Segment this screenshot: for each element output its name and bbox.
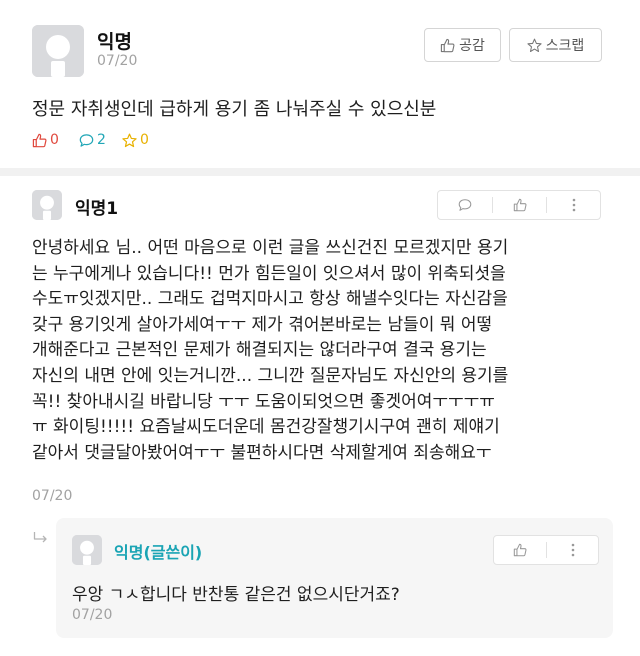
thumbs-up-icon bbox=[32, 133, 47, 147]
comment-body: 안녕하세요 님.. 어떤 마음으로 이런 글을 쓰신건진 모르겠지만 용기 는 … bbox=[32, 236, 617, 466]
reply-date: 07/20 bbox=[72, 607, 113, 623]
post-like-count: 0 bbox=[32, 132, 59, 148]
reply-more-button[interactable] bbox=[547, 536, 598, 564]
comment-line: 개해준다고 근본적인 문제가 해결되지는 않더라구여 결국 용기는 bbox=[32, 340, 487, 361]
post-comment-count: 2 bbox=[79, 132, 106, 148]
reply-action-group bbox=[493, 535, 599, 565]
comment-line: 수도ㅠ잇겠지만.. 그래도 겁먹지마시고 항상 해낼수잇다는 자신감을 bbox=[32, 289, 508, 310]
star-icon bbox=[527, 38, 542, 52]
comment-date: 07/20 bbox=[32, 488, 73, 504]
post-author-avatar bbox=[32, 25, 84, 77]
anonymous-avatar-icon bbox=[32, 190, 62, 220]
post-date: 07/20 bbox=[97, 53, 138, 69]
post-author-name: 익명 bbox=[97, 31, 132, 53]
speech-bubble-icon bbox=[79, 133, 94, 147]
comment-line: 안녕하세요 님.. 어떤 마음으로 이런 글을 쓰신건진 모르겠지만 용기 bbox=[32, 238, 509, 258]
comment-line: 갖구 용기잇게 살아가세여ㅜㅜ 제가 겪어본바로는 남들이 뭐 어떻 bbox=[32, 314, 493, 335]
reply-button[interactable] bbox=[438, 191, 492, 219]
comment-more-button[interactable] bbox=[547, 191, 600, 219]
thumbs-up-icon bbox=[513, 198, 527, 212]
comment-count-value: 2 bbox=[97, 132, 106, 148]
star-icon bbox=[122, 133, 137, 147]
reply-author-name: 익명(글쓴이) bbox=[114, 543, 203, 562]
comment-author-avatar bbox=[32, 190, 62, 220]
reply-author-avatar bbox=[72, 535, 102, 565]
thumbs-up-icon bbox=[440, 38, 455, 52]
scrap-button-label: 스크랩 bbox=[545, 38, 585, 54]
more-vertical-icon bbox=[571, 543, 574, 557]
reply-like-button[interactable] bbox=[494, 536, 546, 564]
comment-line: 꼭!! 찾아내시길 바랍니당 ㅜㅜ 도움이되엇으면 좋겟어여ㅜㅜㅜㅠ bbox=[32, 391, 495, 412]
anonymous-avatar-icon bbox=[72, 535, 102, 565]
comment-action-group bbox=[437, 190, 601, 220]
section-divider bbox=[0, 168, 640, 176]
comment-line: 같아서 댓글달아봤어여ㅜㅜ 불편하시다면 삭제할게여 죄송해요ㅜ bbox=[32, 442, 492, 463]
scrap-count-value: 0 bbox=[140, 132, 149, 148]
reply-arrow-icon bbox=[33, 532, 47, 543]
like-button-label: 공감 bbox=[459, 38, 485, 54]
comment-line: 는 누구에게나 있습니다!! 먼가 힘든일이 잇으셔서 많이 위축되셧을 bbox=[32, 263, 506, 284]
reply-body: 우앙 ㄱㅅ합니다 반찬통 같은건 없으시단거죠? bbox=[72, 585, 400, 605]
comment-line: ㅠ 화이팅!!!!! 요즘날씨도더운데 몸건강잘챙기시구여 괜히 제얘기 bbox=[32, 417, 500, 438]
comment-line: 자신의 내면 안에 잇는거니깐... 그니깐 질문자님도 자신안의 용기를 bbox=[32, 365, 509, 386]
post-scrap-count: 0 bbox=[122, 132, 149, 148]
scrap-button[interactable]: 스크랩 bbox=[509, 28, 602, 62]
more-vertical-icon bbox=[572, 198, 575, 212]
like-button[interactable]: 공감 bbox=[424, 28, 501, 62]
comment-like-button[interactable] bbox=[493, 191, 547, 219]
anonymous-avatar-icon bbox=[32, 25, 84, 77]
thumbs-up-icon bbox=[513, 543, 527, 557]
speech-bubble-icon bbox=[458, 199, 472, 211]
post-body: 정문 자취생인데 급하게 용기 좀 나눠주실 수 있으신분 bbox=[32, 99, 437, 120]
like-count-value: 0 bbox=[50, 132, 59, 148]
comment-author-name: 익명1 bbox=[75, 199, 119, 219]
